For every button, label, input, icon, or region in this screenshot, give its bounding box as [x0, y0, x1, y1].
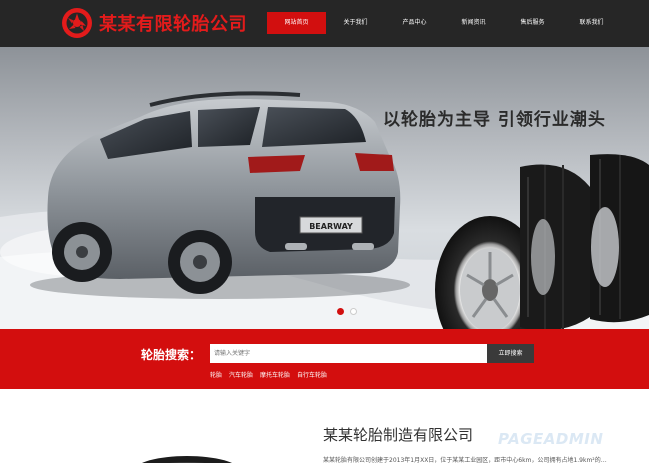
carousel-dot-2[interactable] [350, 308, 357, 315]
site-header: 某某有限轮胎公司 网站首页 关于我们 产品中心 新闻资讯 售后服务 联系我们 [0, 0, 649, 47]
page: 某某有限轮胎公司 网站首页 关于我们 产品中心 新闻资讯 售后服务 联系我们 B… [0, 0, 649, 463]
hot-link-bicycle-tire[interactable]: 自行车轮胎 [297, 370, 327, 379]
site-logo-text[interactable]: 某某有限轮胎公司 [99, 10, 247, 36]
hero-banner[interactable]: BEARWAY 以轮胎为主导 引领行业潮头 [0, 47, 649, 329]
tire-logo-icon[interactable] [61, 7, 93, 39]
search-band: 轮胎搜索： 立即搜索 轮胎 汽车轮胎 摩托车轮胎 自行车轮胎 [0, 329, 649, 389]
carousel-dots [337, 308, 357, 315]
search-label: 轮胎搜索： [141, 348, 202, 362]
company-title: 某某轮胎制造有限公司 [323, 426, 474, 444]
nav-item-contact[interactable]: 联系我们 [562, 12, 621, 34]
search-input[interactable] [210, 344, 487, 363]
banner-illustration: BEARWAY [0, 91, 649, 329]
search-button[interactable]: 立即搜索 [487, 344, 534, 363]
hot-search-links: 轮胎 汽车轮胎 摩托车轮胎 自行车轮胎 [210, 370, 327, 379]
hot-link-motorcycle-tire[interactable]: 摩托车轮胎 [260, 370, 290, 379]
pageadmin-watermark: PAGEADMIN [498, 430, 604, 448]
nav-item-news[interactable]: 新闻资讯 [444, 12, 503, 34]
nav-item-about[interactable]: 关于我们 [326, 12, 385, 34]
carousel-dot-1[interactable] [337, 308, 344, 315]
nav-item-products[interactable]: 产品中心 [385, 12, 444, 34]
hot-link-car-tire[interactable]: 汽车轮胎 [229, 370, 253, 379]
tire-preview-image [141, 456, 233, 463]
company-intro: 某某轮胎有限公司创建于2013年1月XX日，位于某某工业园区，距市中心6km，公… [323, 457, 607, 463]
license-plate-text: BEARWAY [309, 222, 353, 231]
nav-item-home[interactable]: 网站首页 [267, 12, 326, 34]
tire-stack-image [435, 154, 649, 329]
hot-link-tire[interactable]: 轮胎 [210, 370, 222, 379]
banner-slogan: 以轮胎为主导 引领行业潮头 [383, 110, 606, 130]
suv-car-image: BEARWAY [47, 91, 401, 294]
main-nav: 网站首页 关于我们 产品中心 新闻资讯 售后服务 联系我们 [267, 12, 621, 34]
nav-item-service[interactable]: 售后服务 [503, 12, 562, 34]
